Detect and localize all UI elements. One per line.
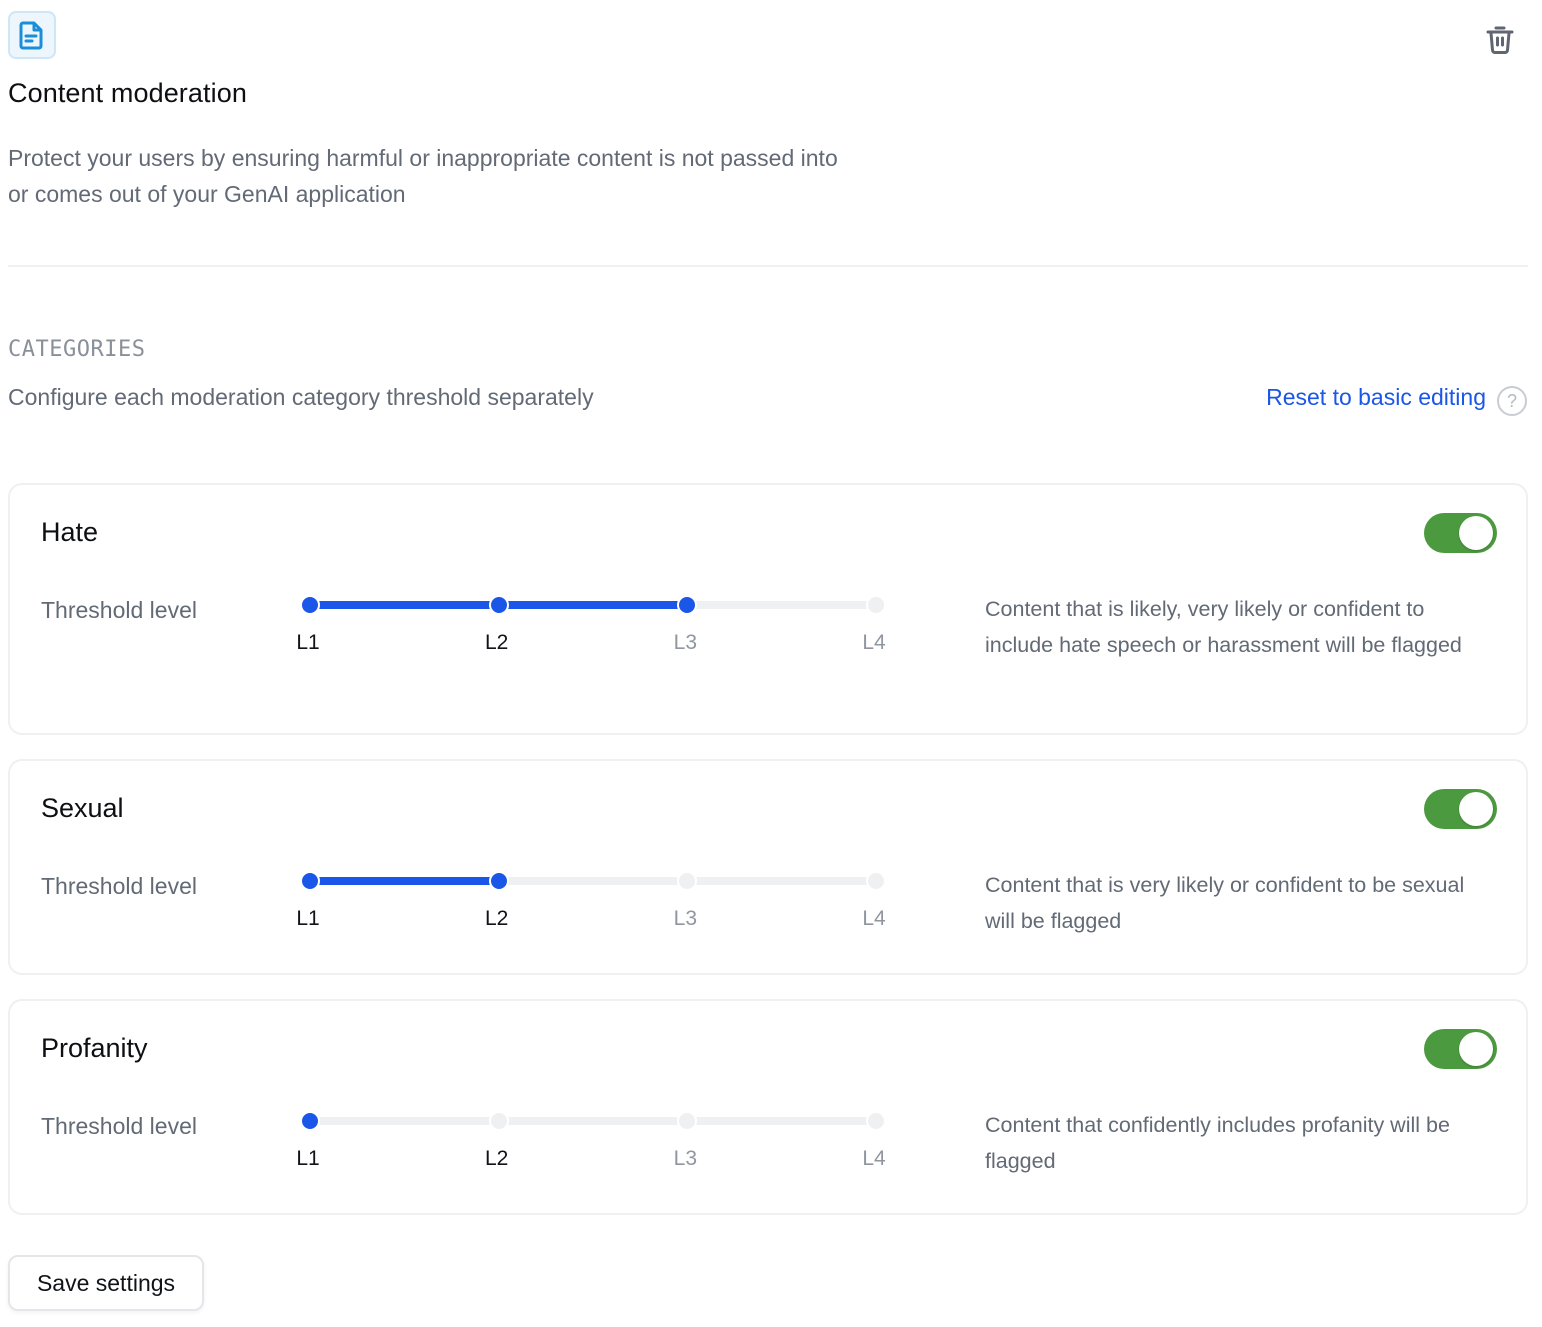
- document-icon: [8, 11, 56, 59]
- category-description: Content that confidently includes profan…: [985, 1113, 1450, 1173]
- trash-icon: [1486, 26, 1514, 54]
- slider-stop-l4[interactable]: [866, 1111, 886, 1131]
- slider-level-label: L3: [673, 907, 698, 930]
- slider-track-segment: [687, 601, 876, 609]
- category-card-hate: Hate Threshold level L1 L2 L3 L4 Content that …: [8, 483, 1528, 735]
- threshold-slider[interactable]: L1 L2 L3 L4: [296, 1111, 886, 1171]
- toggle-knob: [1459, 1032, 1493, 1066]
- slider-level-label: L2: [484, 907, 509, 930]
- divider: [8, 265, 1528, 267]
- threshold-level-label: Threshold level: [41, 1113, 197, 1139]
- slider-stop-l4[interactable]: [866, 871, 886, 891]
- slider-stop-l2[interactable]: [488, 1111, 509, 1131]
- slider-level-label: L2: [484, 1147, 509, 1170]
- slider-track-segment: [498, 877, 688, 885]
- category-card-profanity: Profanity Threshold level L1 L2 L3 L4 Content …: [8, 999, 1528, 1215]
- toggle-knob: [1459, 792, 1493, 826]
- category-title: Profanity: [41, 1033, 148, 1063]
- slider-track-segment: [498, 1117, 688, 1125]
- category-description: Content that is likely, very likely or c…: [985, 597, 1462, 657]
- slider-level-label: L1: [296, 631, 320, 654]
- threshold-slider[interactable]: L1 L2 L3 L4: [296, 871, 886, 931]
- category-title: Sexual: [41, 793, 124, 823]
- reset-to-basic-editing-link[interactable]: Reset to basic editing: [1266, 384, 1486, 411]
- slider-track-segment: [498, 601, 688, 609]
- delete-button[interactable]: [1482, 22, 1518, 58]
- slider-stop-l1[interactable]: [300, 871, 320, 891]
- slider-stop-l2[interactable]: [488, 595, 509, 615]
- slider-track-segment: [310, 1117, 499, 1125]
- slider-track-segment: [687, 877, 876, 885]
- slider-level-label: L3: [673, 1147, 698, 1170]
- slider-stop-l3[interactable]: [677, 871, 698, 891]
- toggle-knob: [1459, 516, 1493, 550]
- category-enabled-toggle[interactable]: [1424, 513, 1497, 553]
- category-title: Hate: [41, 517, 99, 547]
- slider-stop-l1[interactable]: [300, 595, 320, 615]
- slider-level-label: L3: [673, 631, 698, 654]
- threshold-level-label: Threshold level: [41, 597, 197, 623]
- slider-stop-l2[interactable]: [488, 871, 509, 891]
- slider-level-label: L4: [862, 907, 886, 930]
- slider-stop-l3[interactable]: [677, 1111, 698, 1131]
- categories-section-description: Configure each moderation category thres…: [8, 384, 594, 410]
- categories-section-label: CATEGORIES: [8, 337, 146, 362]
- slider-level-label: L4: [862, 1147, 886, 1170]
- slider-stop-l3[interactable]: [677, 595, 698, 615]
- slider-level-label: L2: [484, 631, 509, 654]
- threshold-slider[interactable]: L1 L2 L3 L4: [296, 595, 886, 655]
- slider-track-segment: [687, 1117, 876, 1125]
- question-circle-icon[interactable]: ?: [1497, 386, 1527, 416]
- slider-level-label: L4: [862, 631, 886, 654]
- category-enabled-toggle[interactable]: [1424, 1029, 1497, 1069]
- slider-stop-l1[interactable]: [300, 1111, 320, 1131]
- threshold-level-label: Threshold level: [41, 873, 197, 899]
- slider-stop-l4[interactable]: [866, 595, 886, 615]
- slider-level-label: L1: [296, 907, 320, 930]
- category-card-sexual: Sexual Threshold level L1 L2 L3 L4 Content tha…: [8, 759, 1528, 975]
- slider-track-segment: [310, 877, 499, 885]
- page-title: Content moderation: [8, 78, 247, 108]
- category-description: Content that is very likely or confident…: [985, 873, 1465, 933]
- category-enabled-toggle[interactable]: [1424, 789, 1497, 829]
- page-description: Protect your users by ensuring harmful o…: [8, 145, 838, 207]
- slider-level-label: L1: [296, 1147, 320, 1170]
- save-settings-button[interactable]: Save settings: [8, 1255, 204, 1311]
- slider-track-segment: [310, 601, 499, 609]
